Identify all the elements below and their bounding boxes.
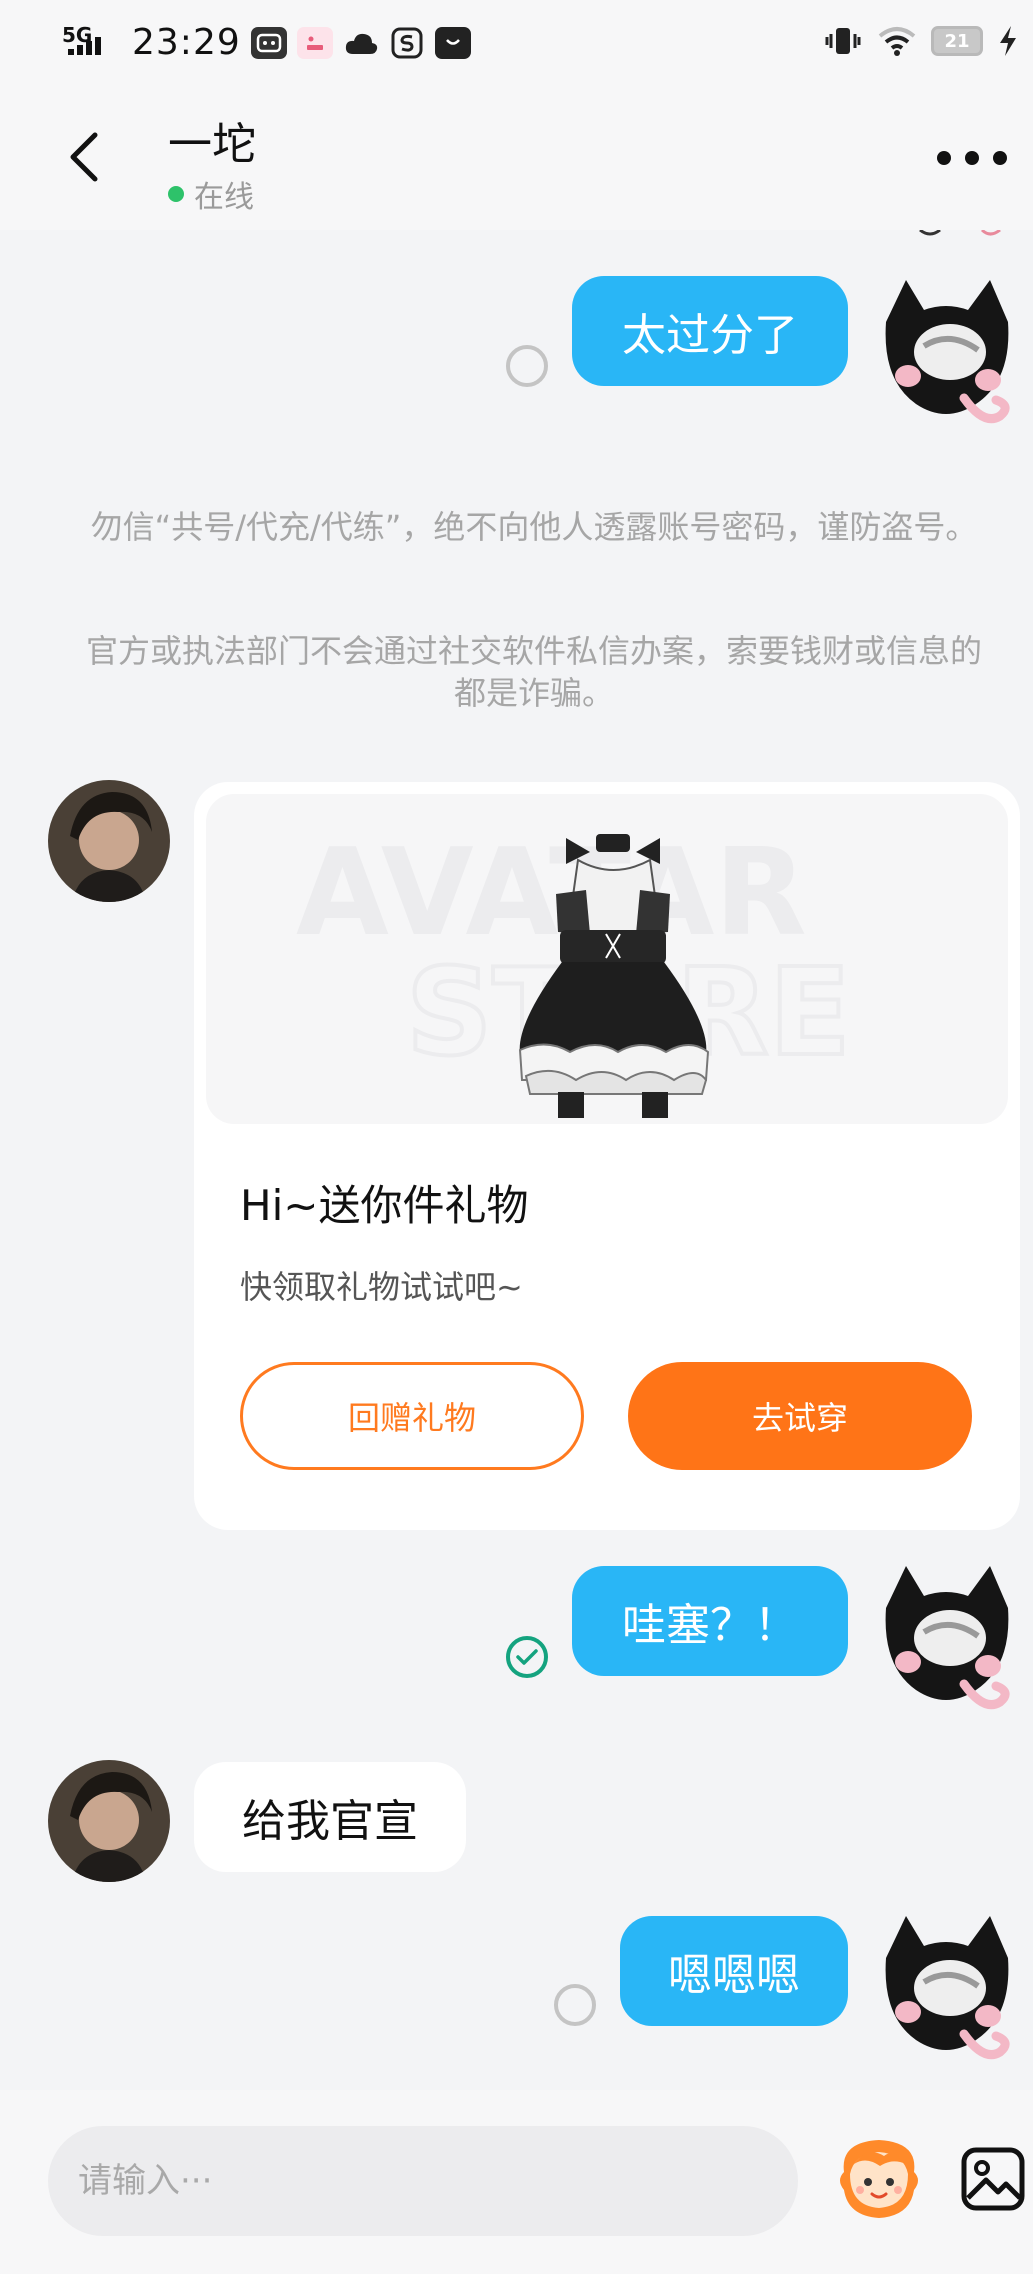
try-on-button[interactable]: 去试穿 (628, 1362, 972, 1470)
contact-avatar[interactable] (48, 780, 170, 902)
my-avatar[interactable] (880, 1916, 1012, 2066)
vibrate-icon (825, 28, 861, 54)
calendar-app-icon (296, 26, 333, 59)
online-dot-icon (168, 186, 184, 202)
status-time: 23:29 (132, 22, 241, 63)
signal-icon: 5G (62, 23, 112, 63)
more-button[interactable] (937, 138, 1007, 178)
back-arrow-icon (70, 132, 98, 182)
gift-subtitle: 快领取礼物试试吧~ (240, 1268, 523, 1306)
outgoing-message[interactable]: 太过分了 (572, 276, 848, 386)
status-bar: 5G 23:29 21 (0, 0, 1033, 88)
composer-bar (0, 2090, 1033, 2274)
status-right: 21 (823, 24, 1019, 58)
message-status-pending (506, 345, 548, 387)
image-icon (961, 2147, 1025, 2211)
chat-header: 一坨 在线 (0, 88, 1033, 230)
incoming-message[interactable]: 给我官宣 (194, 1762, 466, 1872)
security-notice: 勿信“共号/代充/代练”，绝不向他人透露账号密码，谨防盗号。 (90, 508, 978, 546)
check-icon (516, 1649, 538, 1665)
charging-icon (1000, 26, 1016, 56)
battery-icon: 21 (931, 26, 983, 56)
wifi-icon (878, 27, 916, 56)
image-button[interactable] (960, 2142, 1026, 2214)
back-button[interactable] (50, 122, 120, 192)
more-icon (937, 151, 951, 165)
message-status-read (506, 1636, 548, 1678)
gift-title: Hi~送你件礼物 (240, 1181, 529, 1230)
s-app-icon (389, 27, 425, 59)
cloud-icon (343, 27, 379, 59)
message-input[interactable] (48, 2126, 798, 2236)
message-text: 哇塞？！ (622, 1600, 798, 1651)
sticker-icon (840, 2140, 918, 2218)
contact-name[interactable]: 一坨 (168, 108, 256, 172)
outgoing-message[interactable]: 嗯嗯嗯 (620, 1916, 848, 2026)
battery-level: 21 (944, 30, 970, 52)
return-gift-button[interactable]: 回赠礼物 (240, 1362, 584, 1470)
my-avatar[interactable] (880, 280, 1012, 430)
partial-avatar-top (919, 230, 1001, 236)
message-status-pending (554, 1984, 596, 2026)
presence-status: 在线 (168, 172, 254, 216)
notification-app-icon (250, 26, 287, 59)
outgoing-message[interactable]: 哇塞？！ (572, 1566, 848, 1676)
gift-image[interactable]: AVATAR STORE (206, 794, 1008, 1124)
status-left: 5G 23:29 (62, 22, 471, 63)
message-text: 太过分了 (622, 310, 798, 361)
message-text: 嗯嗯嗯 (668, 1950, 800, 2001)
my-avatar[interactable] (880, 1566, 1012, 1716)
gift-card[interactable]: AVATAR STORE Hi~送你件礼物 快领取礼物试试吧~ 回赠礼物 去试穿 (194, 782, 1020, 1530)
fraud-notice: 官方或执法部门不会通过社交软件私信办案，索要钱财或信息的都是诈骗。 (85, 632, 982, 712)
contact-avatar[interactable] (48, 1760, 170, 1882)
message-text: 给我官宣 (242, 1796, 418, 1847)
shopping-app-icon (434, 26, 471, 59)
watermark-top: AVATAR (296, 824, 807, 963)
sticker-button[interactable] (834, 2134, 924, 2224)
presence-text: 在线 (194, 180, 254, 215)
